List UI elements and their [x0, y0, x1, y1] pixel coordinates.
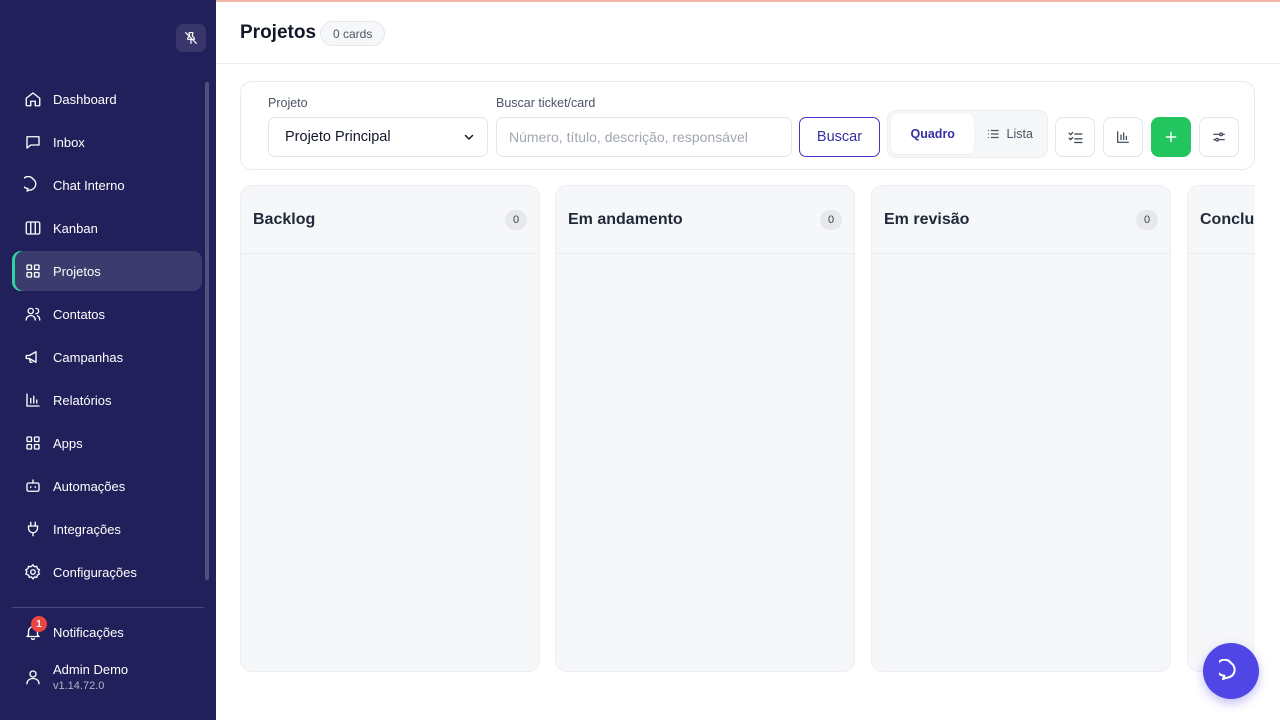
chat-bubble-icon — [1219, 659, 1236, 680]
column-count: 0 — [1136, 209, 1158, 230]
sidebar: Dashboard Inbox Chat Interno Kanban Proj… — [0, 0, 216, 720]
settings-button[interactable] — [1199, 117, 1239, 157]
sidebar-item-label: Dashboard — [53, 91, 117, 107]
sidebar-item-label: Automações — [53, 478, 126, 494]
board-column: Concluí 0 — [1187, 185, 1255, 672]
sidebar-item-label: Relatórios — [53, 392, 112, 408]
column-title: Em andamento — [568, 210, 683, 228]
chevron-down-icon — [464, 134, 474, 140]
sidebar-item-configuracoes[interactable]: Configurações — [12, 552, 202, 592]
kanban-board: Backlog 0 Em andamento 0 Em revisão 0 Co… — [240, 185, 1255, 675]
column-title: Backlog — [253, 210, 316, 228]
kanban-icon — [23, 218, 43, 238]
sidebar-nav: Dashboard Inbox Chat Interno Kanban Proj… — [12, 79, 202, 595]
project-label: Projeto — [268, 96, 308, 110]
view-board-tab[interactable]: Quadro — [891, 114, 975, 154]
search-label: Buscar ticket/card — [496, 96, 596, 110]
sidebar-item-dashboard[interactable]: Dashboard — [12, 79, 202, 119]
sidebar-item-label: Campanhas — [53, 349, 124, 365]
app-version: v1.14.72.0 — [53, 680, 105, 692]
sidebar-item-projetos[interactable]: Projetos — [12, 251, 202, 291]
sidebar-item-relatorios[interactable]: Relatórios — [12, 380, 202, 420]
column-title: Concluí — [1200, 210, 1255, 228]
search-input[interactable] — [496, 117, 792, 157]
page-title: Projetos — [240, 22, 317, 43]
board-column: Em revisão 0 — [871, 185, 1171, 672]
board-column: Em andamento 0 — [555, 185, 855, 672]
sliders-icon — [1213, 132, 1225, 142]
column-title: Em revisão — [884, 210, 970, 228]
sidebar-item-label: Inbox — [53, 134, 85, 150]
sidebar-item-label: Projetos — [53, 263, 101, 279]
sidebar-item-contatos[interactable]: Contatos — [12, 294, 202, 334]
sidebar-item-label: Apps — [53, 435, 83, 451]
checklist-icon — [1067, 131, 1083, 143]
column-header: Em andamento 0 — [556, 186, 854, 254]
project-select-value: Projeto Principal — [285, 129, 391, 145]
pin-off-icon — [185, 32, 197, 44]
sidebar-item-label: Integrações — [53, 521, 121, 537]
board-column: Backlog 0 — [240, 185, 540, 672]
sidebar-item-integracoes[interactable]: Integrações — [12, 509, 202, 549]
plug-icon — [23, 519, 43, 539]
sidebar-item-label: Chat Interno — [53, 177, 125, 193]
bot-icon — [23, 476, 43, 496]
filter-bar: Projeto Projeto Principal Buscar ticket/… — [240, 81, 1255, 170]
chat-widget-button[interactable] — [1203, 643, 1259, 699]
column-count: 0 — [820, 209, 842, 230]
grid-icon — [23, 261, 43, 281]
bar-chart-icon — [23, 390, 43, 410]
sidebar-item-label: Contatos — [53, 306, 106, 322]
home-icon — [23, 89, 43, 109]
notifications-label: Notificações — [53, 624, 124, 640]
view-list-label: Lista — [1006, 127, 1033, 141]
column-count: 0 — [505, 209, 527, 230]
sidebar-item-automacoes[interactable]: Automações — [12, 466, 202, 506]
checklist-button[interactable] — [1055, 117, 1095, 157]
notifications-button[interactable]: 1 Notificações — [23, 616, 124, 646]
inbox-icon — [23, 132, 43, 152]
chat-icon — [23, 175, 43, 195]
column-header: Em revisão 0 — [872, 186, 1170, 254]
column-header: Concluí 0 — [1188, 186, 1255, 254]
project-select[interactable]: Projeto Principal — [268, 117, 488, 157]
bar-chart-icon — [1117, 131, 1129, 143]
user-menu[interactable]: Admin Demo v1.14.72.0 — [23, 662, 128, 692]
sidebar-scrollbar[interactable] — [205, 82, 209, 580]
sidebar-divider — [12, 607, 204, 608]
apps-icon — [23, 433, 43, 453]
sidebar-item-label: Kanban — [53, 220, 98, 236]
view-list-tab[interactable]: Lista — [974, 114, 1044, 154]
add-card-button[interactable] — [1151, 117, 1191, 157]
sidebar-item-label: Configurações — [53, 564, 137, 580]
view-toggle: Quadro Lista — [887, 110, 1048, 158]
plus-icon — [1165, 131, 1177, 143]
unpin-sidebar-button[interactable] — [176, 24, 206, 52]
sidebar-item-apps[interactable]: Apps — [12, 423, 202, 463]
stats-button[interactable] — [1103, 117, 1143, 157]
sidebar-item-inbox[interactable]: Inbox — [12, 122, 202, 162]
notification-badge: 1 — [31, 616, 47, 632]
sidebar-item-campanhas[interactable]: Campanhas — [12, 337, 202, 377]
cards-count-badge: 0 cards — [320, 21, 386, 46]
column-header: Backlog 0 — [241, 186, 539, 254]
megaphone-icon — [23, 347, 43, 367]
search-button[interactable]: Buscar — [799, 117, 880, 157]
gear-icon — [23, 562, 43, 582]
user-icon — [23, 667, 43, 687]
bell-icon: 1 — [23, 616, 47, 642]
users-icon — [23, 304, 43, 324]
user-name: Admin Demo — [53, 662, 129, 677]
sidebar-item-chat-interno[interactable]: Chat Interno — [12, 165, 202, 205]
sidebar-item-kanban[interactable]: Kanban — [12, 208, 202, 248]
page-header: Projetos 0 cards — [216, 2, 1280, 64]
list-icon — [986, 127, 1000, 141]
